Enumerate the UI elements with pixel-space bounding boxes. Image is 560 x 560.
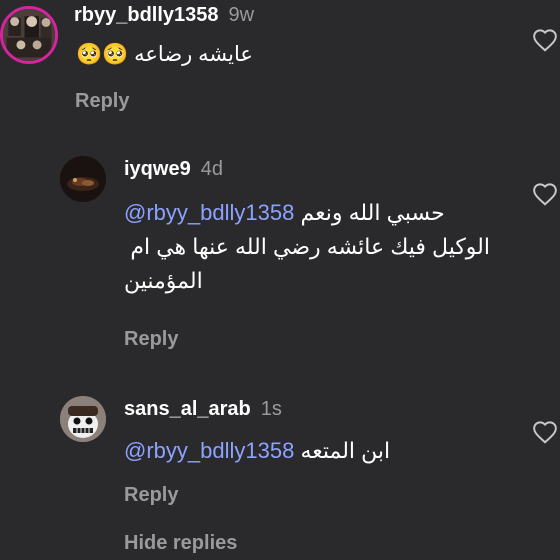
hide-replies-button[interactable]: Hide replies (124, 532, 237, 555)
avatar-image (60, 396, 106, 442)
comment-text-content: عايشه رضاعه 🥺🥺 (76, 43, 253, 66)
comment-line: المؤمنين (124, 264, 494, 298)
mention-link[interactable]: @rbyy_bdlly1358 (124, 438, 294, 463)
avatar[interactable] (60, 396, 106, 442)
username[interactable]: iyqwe9 (124, 158, 191, 181)
mention-link[interactable]: @rbyy_bdlly1358 (124, 200, 294, 225)
comment-line-text: المؤمنين (124, 268, 203, 293)
comment-header: iyqwe9 4d (124, 158, 223, 181)
timestamp: 1s (260, 398, 282, 420)
comment-item: rbyy_bdlly1358 9w عايشه رضاعه 🥺🥺 Reply (0, 0, 560, 130)
username[interactable]: rbyy_bdlly1358 (74, 4, 219, 27)
comment-line-text: حسبي الله ونعم (300, 200, 445, 225)
heart-outline-icon[interactable] (532, 182, 558, 206)
avatar-image (60, 156, 106, 202)
avatar[interactable] (60, 156, 106, 202)
timestamp: 4d (200, 158, 223, 180)
avatar[interactable] (0, 6, 58, 64)
comment-line-text: ابن المتعه (300, 438, 391, 463)
comment-header: sans_al_arab 1s (124, 398, 282, 421)
comment-header: rbyy_bdlly1358 9w (74, 4, 254, 27)
comment-text: @rbyy_bdlly1358 حسبي الله ونعم الوكيل في… (124, 196, 494, 298)
heart-outline-icon[interactable] (532, 420, 558, 444)
reply-button[interactable]: Reply (124, 328, 178, 351)
comment-item: sans_al_arab 1s @rbyy_bdlly1358 ابن المت… (0, 380, 560, 520)
comments-screen: rbyy_bdlly1358 9w عايشه رضاعه 🥺🥺 Reply i… (0, 0, 560, 560)
heart-outline-icon[interactable] (532, 28, 558, 52)
username[interactable]: sans_al_arab (124, 398, 251, 421)
avatar-image (3, 9, 55, 61)
comment-line: الوكيل فيك عائشه رضي الله عنها هي ام (130, 234, 490, 259)
timestamp: 9w (228, 4, 255, 26)
reply-button[interactable]: Reply (75, 90, 129, 113)
comment-text: @rbyy_bdlly1358 ابن المتعه (124, 434, 390, 468)
comment-line: @rbyy_bdlly1358 حسبي الله ونعم (124, 196, 494, 230)
reply-button[interactable]: Reply (124, 484, 178, 507)
comment-item: iyqwe9 4d @rbyy_bdlly1358 حسبي الله ونعم… (0, 140, 560, 370)
comment-text: عايشه رضاعه 🥺🥺 (76, 42, 253, 67)
